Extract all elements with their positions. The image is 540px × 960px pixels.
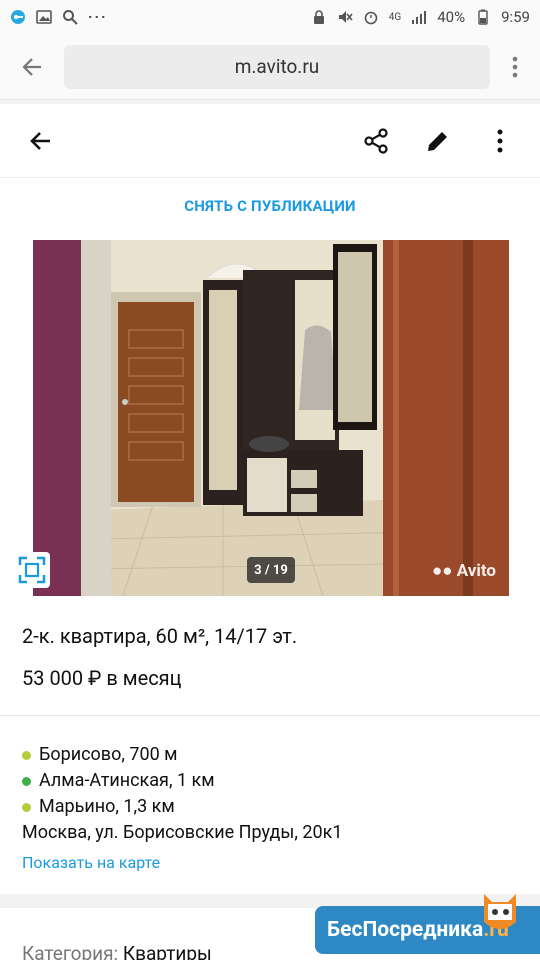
location-block: Борисово, 700 м Алма-Атинская, 1 км Марь… xyxy=(22,716,518,894)
share-button[interactable] xyxy=(350,115,402,167)
fullscreen-icon xyxy=(18,556,46,584)
promo-badge[interactable]: БесПосредника .ru xyxy=(315,894,540,954)
signal-icon xyxy=(411,9,427,25)
vpn-key-icon xyxy=(10,9,26,25)
metro-station: Борисово, 700 м xyxy=(22,742,518,768)
listing-price: 53 000 ₽ в месяц xyxy=(0,658,540,716)
listing-photo[interactable] xyxy=(33,240,509,596)
address-bar[interactable]: m.avito.ru xyxy=(64,44,490,89)
edit-button[interactable] xyxy=(412,115,464,167)
listing-info: 2-к. квартира, 60 м², 14/17 эт. 53 000 ₽… xyxy=(0,606,540,894)
fullscreen-button[interactable] xyxy=(14,552,50,588)
unpublish-button[interactable]: СНЯТЬ С ПУБЛИКАЦИИ xyxy=(0,178,540,234)
metro-line-icon xyxy=(22,776,31,786)
photo-gallery[interactable]: 3 / 19 ●● Avito xyxy=(0,234,540,606)
search-icon xyxy=(62,9,78,25)
more-button[interactable] xyxy=(474,115,526,167)
share-icon xyxy=(364,127,388,154)
pencil-icon xyxy=(428,131,447,151)
browser-toolbar: m.avito.ru xyxy=(0,34,540,100)
more-vertical-icon xyxy=(512,56,518,77)
battery-percent: 40% xyxy=(437,8,466,26)
metro-station: Марьино, 1,3 км xyxy=(22,794,518,820)
arrow-left-icon xyxy=(22,57,41,76)
arrow-left-icon xyxy=(30,131,50,150)
category-label: Категория: xyxy=(22,942,119,960)
alarm-icon xyxy=(363,9,379,25)
show-on-map-link[interactable]: Показать на карте xyxy=(22,850,518,876)
category-value: Квартиры xyxy=(122,942,212,960)
metro-station: Алма-Атинская, 1 км xyxy=(22,768,518,794)
back-button[interactable] xyxy=(14,115,66,167)
avito-logo-icon: ●● xyxy=(432,561,453,581)
more-vertical-icon xyxy=(497,129,503,152)
more-notifications-icon: ··· xyxy=(88,8,108,26)
photo-counter: 3 / 19 xyxy=(247,557,295,583)
clock: 9:59 xyxy=(501,8,530,26)
status-bar: ··· 4G 40% 9:59 xyxy=(0,0,540,34)
listing-title: 2-к. квартира, 60 м², 14/17 эт. xyxy=(22,624,298,648)
battery-icon xyxy=(475,9,491,25)
app-header xyxy=(0,104,540,178)
metro-line-icon xyxy=(22,750,31,760)
lock-icon xyxy=(311,9,327,25)
browser-back-button[interactable] xyxy=(10,45,54,89)
avito-watermark: ●● Avito xyxy=(432,561,497,581)
metro-line-icon xyxy=(22,802,31,812)
mute-icon xyxy=(337,9,353,25)
owl-mascot-icon xyxy=(484,894,516,929)
street-address: Москва, ул. Борисовские Пруды, 20к1 xyxy=(22,822,343,843)
gallery-icon xyxy=(36,9,52,25)
browser-menu-button[interactable] xyxy=(500,56,530,78)
network-type: 4G xyxy=(388,11,402,23)
